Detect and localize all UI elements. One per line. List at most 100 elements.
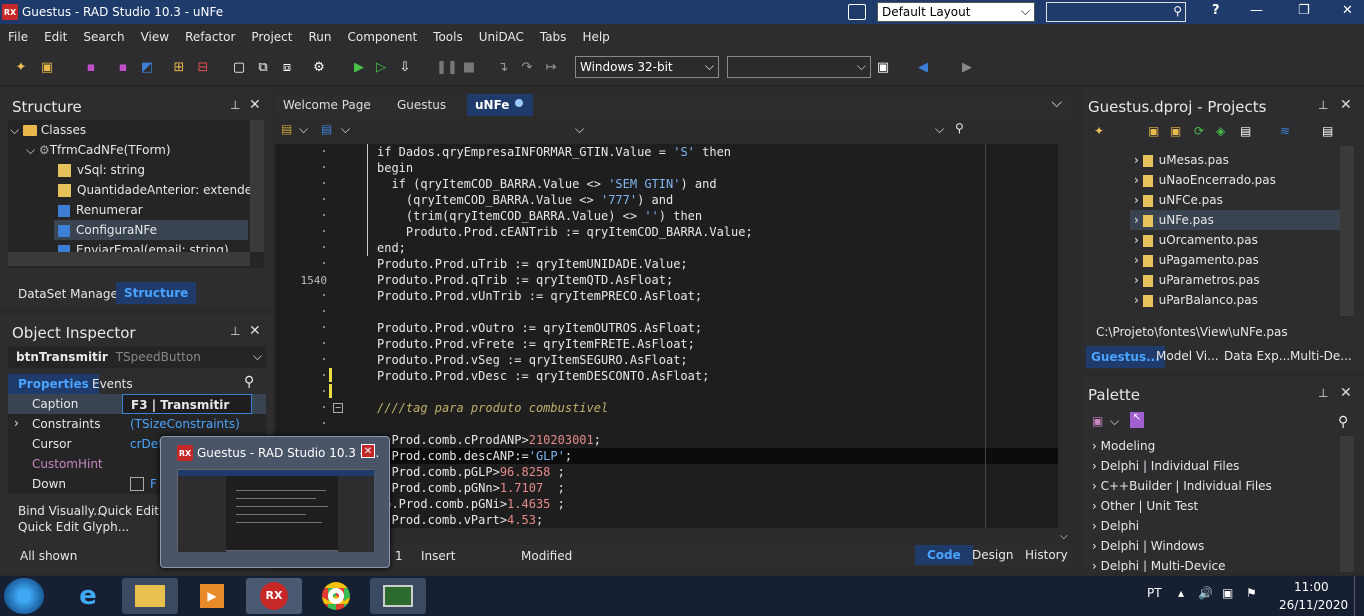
cursor-icon[interactable]: ↖ bbox=[1130, 412, 1144, 428]
close-icon[interactable]: ✕ bbox=[249, 97, 261, 113]
close-icon[interactable]: ✕ bbox=[1340, 385, 1352, 401]
run-to-cursor-icon[interactable]: ↦ bbox=[542, 58, 560, 76]
editor-vscroll[interactable]: ⌵ bbox=[1058, 144, 1072, 544]
palette-vscroll[interactable] bbox=[1340, 436, 1354, 572]
property-row[interactable]: › Constraints (TSizeConstraints) bbox=[8, 414, 266, 434]
start-button[interactable] bbox=[4, 578, 44, 614]
search-icon[interactable]: ⚲ bbox=[244, 374, 254, 390]
minimize-button[interactable]: — bbox=[1250, 3, 1263, 18]
pin-icon[interactable]: ⊥ bbox=[1318, 386, 1328, 400]
close-icon[interactable]: ✕ bbox=[361, 444, 375, 458]
menu-item-search[interactable]: Search bbox=[75, 30, 132, 44]
tab-data-explorer[interactable]: Data Exp... bbox=[1224, 349, 1290, 363]
search-icon[interactable]: ⚲ bbox=[955, 121, 964, 135]
property-value[interactable]: F3 | Transmitir bbox=[122, 394, 252, 414]
stop-icon[interactable]: ■ bbox=[460, 58, 478, 76]
palette-category[interactable]: › Other | Unit Test bbox=[1092, 496, 1198, 516]
structure-view-icon[interactable]: ▤ bbox=[281, 122, 292, 136]
code-line[interactable]: o.Prod.comb.cProdANP>210203001; bbox=[377, 432, 753, 448]
code-line[interactable]: Produto.Prod.vSeg := qryItemSEGURO.AsFlo… bbox=[377, 352, 753, 368]
checkbox[interactable] bbox=[130, 477, 144, 491]
tab-dataset-manager[interactable]: DataSet Manager bbox=[18, 287, 123, 301]
new-items-icon[interactable]: ✦ bbox=[12, 58, 30, 76]
media-player-icon[interactable]: ▶ bbox=[184, 578, 240, 614]
pin-icon[interactable]: ⊥ bbox=[230, 98, 240, 112]
palette-categories-icon[interactable]: ▣ bbox=[1092, 414, 1103, 428]
code-line[interactable] bbox=[377, 304, 753, 320]
layout-select[interactable]: Default Layout ⌵ bbox=[877, 2, 1035, 22]
palette-category[interactable]: › Delphi | Windows bbox=[1092, 536, 1204, 556]
project-file-item[interactable]: › uParametros.pas bbox=[1134, 270, 1260, 290]
tree-item-renumerar[interactable]: Renumerar bbox=[58, 200, 143, 220]
tab-history[interactable]: History bbox=[1025, 548, 1068, 562]
project-file-item[interactable]: › uParBalanco.pas bbox=[1134, 290, 1258, 310]
add-file-icon[interactable]: ⊞ bbox=[170, 58, 188, 76]
close-icon[interactable]: ✕ bbox=[1340, 97, 1352, 113]
code-line[interactable]: Produto.Prod.vUnTrib := qryItemPRECO.AsF… bbox=[377, 288, 753, 304]
chevron-down-icon[interactable]: ⌵ bbox=[575, 122, 584, 137]
flag-icon[interactable]: ⚑ bbox=[1246, 586, 1257, 600]
refresh-icon[interactable]: ⟳ bbox=[1194, 124, 1204, 138]
view-options-icon[interactable]: ▤ bbox=[1322, 124, 1333, 138]
code-line[interactable]: Produto.Prod.vFrete := qryItemFRETE.AsFl… bbox=[377, 336, 753, 352]
code-line[interactable]: o.Prod.comb.vPart>4.53; bbox=[377, 512, 753, 528]
save-icon[interactable]: ▪ bbox=[82, 58, 100, 76]
expand-icon[interactable]: › bbox=[14, 416, 19, 430]
chevron-down-icon[interactable]: ⌵ bbox=[1051, 95, 1062, 111]
menu-item-run[interactable]: Run bbox=[300, 30, 339, 44]
menu-item-view[interactable]: View bbox=[133, 30, 177, 44]
open-project-icon[interactable]: ◩ bbox=[138, 58, 156, 76]
device-icon[interactable]: ▣ bbox=[874, 58, 892, 76]
new-icon[interactable]: ✦ bbox=[1094, 124, 1104, 138]
search-icon[interactable]: ⚲ bbox=[1338, 414, 1348, 430]
menu-item-file[interactable]: File bbox=[0, 30, 36, 44]
tab-unfe[interactable]: uNFe bbox=[467, 94, 533, 116]
help-button[interactable]: ? bbox=[1212, 3, 1220, 18]
property-row[interactable]: Caption F3 | Transmitir bbox=[8, 394, 266, 414]
clock-time[interactable]: 11:00 bbox=[1294, 580, 1329, 594]
chevron-down-icon[interactable]: ⌵ bbox=[935, 122, 944, 137]
build-icon[interactable]: ▤ bbox=[1240, 124, 1251, 138]
code-line[interactable]: Produto.Prod.cEANTrib := qryItemCOD_BARR… bbox=[377, 224, 753, 240]
code-line[interactable]: o.Prod.comb.descANP:='GLP'; bbox=[377, 448, 753, 464]
folder-icon[interactable]: ▣ bbox=[1170, 124, 1181, 138]
chevron-down-icon[interactable]: ⌵ bbox=[299, 122, 308, 137]
menu-item-refactor[interactable]: Refactor bbox=[177, 30, 243, 44]
code-line[interactable]: to.Prod.comb.pGNi>1.4635 ; bbox=[377, 496, 753, 512]
palette-category[interactable]: › C++Builder | Individual Files bbox=[1092, 476, 1272, 496]
tab-welcome-page[interactable]: Welcome Page bbox=[275, 94, 379, 116]
code-line[interactable] bbox=[377, 384, 753, 400]
bind-visually-link[interactable]: Bind Visually... bbox=[18, 504, 105, 518]
tree-item-classes[interactable]: ⌵ Classes bbox=[10, 120, 86, 140]
rad-studio-taskbar-icon[interactable]: RX bbox=[246, 578, 302, 614]
project-file-item[interactable]: › uNaoEncerrado.pas bbox=[1134, 170, 1276, 190]
code-line[interactable]: Produto.Prod.vOutro := qryItemOUTROS.AsF… bbox=[377, 320, 753, 336]
code-line[interactable]: end; bbox=[377, 240, 753, 256]
tab-projects[interactable]: Guestus... bbox=[1086, 346, 1165, 368]
palette-category[interactable]: › Delphi bbox=[1092, 516, 1139, 536]
code-line[interactable]: (trim(qryItemCOD_BARRA.Value) <> '') the… bbox=[377, 208, 753, 224]
tree-item-vsql[interactable]: vSql: string bbox=[58, 160, 145, 180]
project-file-item-selected[interactable]: › uNFe.pas bbox=[1130, 210, 1340, 230]
property-value[interactable]: crDef bbox=[130, 437, 162, 451]
window-mode-icon[interactable] bbox=[848, 4, 866, 20]
tree-item-form-class[interactable]: ⌵ ⚙TfrmCadNFe(TForm) bbox=[26, 140, 171, 160]
tab-multi-device[interactable]: Multi-De... bbox=[1290, 349, 1352, 363]
ide-search-input[interactable]: ⚲ bbox=[1046, 2, 1186, 22]
options-icon[interactable]: ⚙ bbox=[310, 58, 328, 76]
code-line[interactable]: o.Prod.comb.pGLP>96.8258 ; bbox=[377, 464, 753, 480]
step-icon[interactable]: ⇩ bbox=[396, 58, 414, 76]
show-desktop-button[interactable] bbox=[1354, 576, 1364, 616]
code-line[interactable] bbox=[377, 416, 753, 432]
clock-date[interactable]: 26/11/2020 bbox=[1279, 598, 1348, 612]
project-file-item[interactable]: › uOrcamento.pas bbox=[1134, 230, 1258, 250]
code-line[interactable]: o.Prod.comb.pGNn>1.7107 ; bbox=[377, 480, 753, 496]
configuration-select[interactable]: ⌵ bbox=[727, 56, 871, 78]
palette-category[interactable]: › Delphi | Multi-Device bbox=[1092, 556, 1226, 572]
project-file-item[interactable]: › uNFCe.pas bbox=[1134, 190, 1223, 210]
code-editor[interactable]: 1540 − if Dados.qryEmpresaINFORMAR_GTIN.… bbox=[275, 144, 1058, 528]
menu-item-edit[interactable]: Edit bbox=[36, 30, 75, 44]
palette-category[interactable]: › Modeling bbox=[1092, 436, 1155, 456]
menu-item-project[interactable]: Project bbox=[243, 30, 300, 44]
tree-item-quantidade[interactable]: QuantidadeAnterior: extended bbox=[58, 180, 260, 200]
